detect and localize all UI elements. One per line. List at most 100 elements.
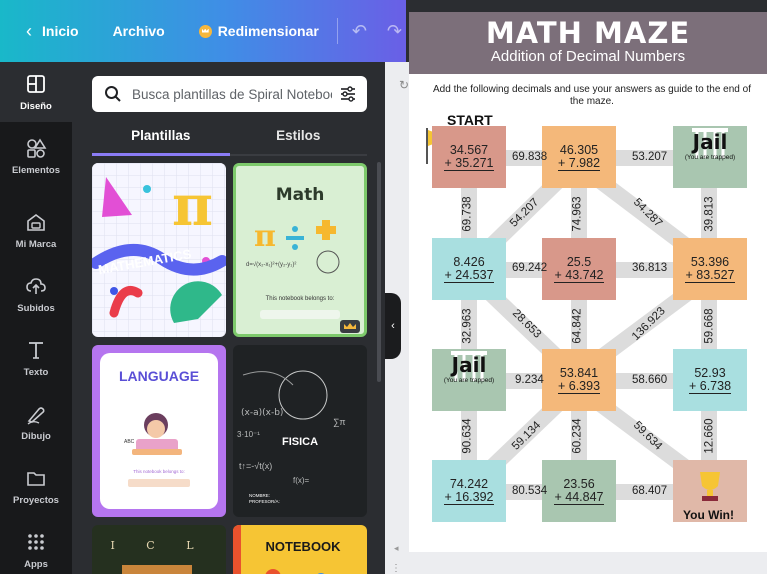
jail-box: Jail (You are trapped) [432,349,506,411]
edge-value: 80.534 [512,485,548,497]
notebook-thumbnail: NOTEBOOK [233,525,341,574]
icl-thumbnail: I C L [110,539,194,574]
rail-label: Proyectos [13,494,59,506]
template-card-language[interactable]: LANGUAGE ABC This notebook belongs to: [92,345,226,517]
edge-value: 69.242 [512,262,548,274]
toolbar-divider [336,18,338,44]
jail-sub-label: (You are trapped) [684,154,736,161]
edge-value: 36.813 [632,262,668,274]
template-search-input[interactable]: Busca plantillas de Spiral Noteboo [92,76,367,112]
svg-text:π: π [172,173,213,239]
refresh-icon[interactable]: ↻ [399,78,409,92]
maze-box: 23.56 + 44.847 [542,460,616,522]
fisica-name-label: NOMBRE: [249,493,270,498]
top-toolbar: ‹ Inicio Archivo Redimensionar ↶ ↷ [0,0,406,62]
chevron-left-icon: ‹ [391,320,395,332]
edge-value: 39.813 [703,196,716,232]
template-card-fisica[interactable]: (x-a)(x-b) 3·10⁻¹ ∑π FISICA t↑=-√t(x) f(… [233,345,367,517]
search-placeholder: Busca plantillas de Spiral Noteboo [132,86,332,102]
rail-item-apps[interactable]: Apps [0,520,72,574]
trophy-icon [700,472,720,501]
language-caption: This notebook belongs to: [133,469,185,474]
chevron-left-icon: ‹ [26,20,32,41]
jail-box: Jail (You are trapped) [673,126,747,188]
rail-label: Mi Marca [15,238,57,250]
template-card-notebook[interactable]: NOTEBOOK [233,525,367,574]
edge-value: 69.838 [512,151,548,163]
rail-label: Elementos [11,164,61,176]
rail-item-text[interactable]: Texto [0,328,72,388]
rail-label: Diseño [20,100,52,112]
edge-value: 69.738 [461,196,474,232]
maze-box: 46.305 + 7.982 [542,126,616,188]
cloud-upload-icon [26,277,46,294]
rail-label: Subidos [17,302,55,314]
rail-item-design[interactable]: Diseño [0,62,72,122]
edge-value: 53.207 [632,151,668,163]
tab-styles[interactable]: Estilos [230,124,368,154]
templates-panel: Busca plantillas de Spiral Noteboo Plant… [72,62,385,574]
draw-icon [27,406,45,425]
maze-box: 8.426 + 24.537 [432,238,506,300]
filter-icon[interactable] [339,85,357,103]
math-caption: This notebook belongs to: [266,296,335,302]
language-title: LANGUAGE [119,368,199,384]
maze-box: 53.841 + 6.393 [542,349,616,411]
rail-item-uploads[interactable]: Subidos [0,264,72,324]
language-thumbnail: LANGUAGE ABC This notebook belongs to: [100,353,218,509]
collapse-panel-button[interactable]: ‹ [385,293,401,359]
shapes-icon [27,137,47,158]
svg-text:d=√(x₂-x₁)²+(y₂-y₁)²: d=√(x₂-x₁)²+(y₂-y₁)² [246,261,296,268]
fisica-title: FISICA [282,436,318,448]
side-rail: Diseño Elementos Mi Marca Subidos Texto … [0,62,72,574]
svg-text:f(x)=: f(x)= [293,476,310,485]
fisica-thumbnail: (x-a)(x-b) 3·10⁻¹ ∑π FISICA t↑=-√t(x) f(… [237,370,346,504]
notebook-title: NOTEBOOK [265,539,341,554]
file-menu-button[interactable]: Archivo [113,23,165,39]
home-label: Inicio [42,23,79,39]
edge-value: 60.234 [571,418,584,454]
panel-tabs: Plantillas Estilos [92,124,367,156]
rail-label: Dibujo [21,430,51,442]
jail-sub-label: (You are trapped) [443,377,495,384]
you-win-label: You Win! [683,508,734,522]
math-thumbnail: Math π d=√(x₂-x₁)²+(y₂-y₁)² This noteboo… [246,185,360,333]
edge-value: 68.407 [632,485,668,497]
more-options-icon[interactable]: ⋮ [391,563,401,574]
template-card-math[interactable]: Math π d=√(x₂-x₁)²+(y₂-y₁)² This noteboo… [233,163,367,337]
fisica-teacher-label: PROFESOR/A: [249,499,280,504]
edge-value: 12.660 [703,418,716,454]
undo-icon[interactable]: ↶ [352,21,367,42]
template-card-mathematics[interactable]: π MATHEMATICS [92,163,226,337]
svg-text:t↑=-√t(x): t↑=-√t(x) [239,461,272,471]
search-icon [105,86,121,102]
home-button[interactable]: ‹ Inicio [26,21,79,42]
maze-box: 52.93 + 6.738 [673,349,747,411]
jail-label: Jail [692,130,728,154]
brand-icon [27,213,45,231]
rail-item-projects[interactable]: Proyectos [0,456,72,516]
panel-scrollbar[interactable] [377,162,381,382]
edge-value: 32.963 [461,308,474,344]
text-icon [29,341,43,359]
svg-text:ABC: ABC [124,439,135,445]
resize-label: Redimensionar [217,23,319,39]
tab-templates[interactable]: Plantillas [92,124,230,156]
edge-value: 58.660 [632,374,668,386]
edge-value: 64.842 [571,308,584,344]
edge-value: 74.963 [571,196,584,232]
rail-label: Apps [24,558,48,570]
rail-item-draw[interactable]: Dibujo [0,392,72,452]
apps-grid-icon [28,533,44,550]
template-card-icl[interactable]: I C L [92,525,226,574]
rail-item-elements[interactable]: Elementos [0,126,72,186]
jail-label: Jail [451,353,487,377]
resize-button[interactable]: Redimensionar [198,23,319,39]
redo-icon[interactable]: ↷ [387,21,402,42]
scroll-left-icon[interactable]: ◂ [394,543,399,554]
mathematics-thumbnail: π MATHEMATICS [92,163,226,337]
rail-label: Texto [23,366,49,378]
rail-item-brand[interactable]: Mi Marca [0,200,72,260]
svg-text:∑π: ∑π [333,417,346,427]
maze-box: 53.396 + 83.527 [673,238,747,300]
